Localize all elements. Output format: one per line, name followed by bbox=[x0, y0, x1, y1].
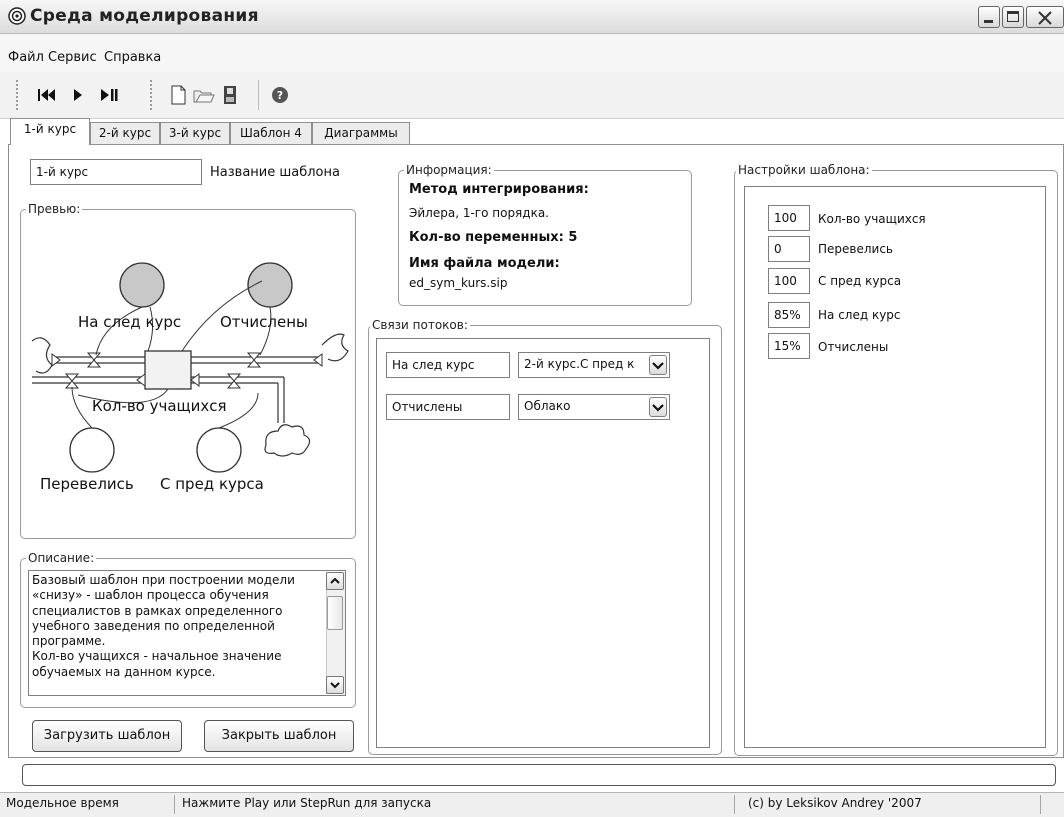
description-text: Базовый шаблон при построении модели «сн… bbox=[32, 573, 324, 680]
vars-count: Кол-во переменных: 5 bbox=[409, 230, 578, 245]
open-folder-icon[interactable] bbox=[192, 84, 216, 106]
toolbar-grip bbox=[16, 80, 21, 110]
info-legend: Информация: bbox=[404, 163, 494, 177]
status-model-time: Модельное время bbox=[6, 796, 119, 810]
setting-label: На след курс bbox=[818, 308, 901, 322]
dropdown-button[interactable] bbox=[649, 355, 667, 375]
flow-label-upper-right: Отчислены bbox=[220, 313, 308, 331]
setting-value-input[interactable]: 100 bbox=[768, 268, 810, 294]
settings-legend: Настройки шаблона: bbox=[736, 163, 872, 177]
aux-circle bbox=[196, 427, 242, 473]
play-icon[interactable] bbox=[66, 84, 90, 106]
tab-course-3[interactable]: 3-й курс bbox=[160, 122, 230, 144]
maximize-icon bbox=[1007, 11, 1019, 22]
status-separator bbox=[174, 795, 175, 814]
setting-value-input[interactable]: 100 bbox=[768, 205, 810, 231]
close-icon bbox=[1038, 11, 1052, 25]
tab-course-1[interactable]: 1-й курс bbox=[10, 118, 90, 145]
scroll-down-button[interactable] bbox=[326, 676, 344, 694]
step-run-icon[interactable] bbox=[96, 84, 120, 106]
flow-target-select[interactable]: 2-й курс.С пред к bbox=[518, 352, 670, 378]
setting-label: С пред курса bbox=[818, 274, 902, 288]
minimize-icon bbox=[984, 20, 993, 23]
description-line: учебного заведения по определенной bbox=[32, 618, 275, 633]
description-line: Базовый шаблон при построении модели bbox=[32, 573, 295, 587]
progress-bar bbox=[22, 764, 1056, 786]
description-legend: Описание: bbox=[26, 551, 97, 565]
close-template-button[interactable]: Закрыть шаблон bbox=[204, 720, 354, 752]
status-separator bbox=[734, 795, 735, 814]
model-file-heading: Имя файла модели: bbox=[409, 256, 560, 271]
load-template-button[interactable]: Загрузить шаблон bbox=[32, 720, 182, 752]
status-hint: Нажмите Play или StepRun для запуска bbox=[182, 796, 432, 810]
maximize-button[interactable] bbox=[1002, 6, 1024, 28]
rewind-icon[interactable] bbox=[36, 84, 60, 106]
setting-value-input[interactable]: 15% bbox=[768, 333, 810, 359]
flows-legend: Связи потоков: bbox=[370, 318, 470, 332]
flow-label-upper-left: На след курс bbox=[78, 313, 181, 331]
stock-box bbox=[144, 350, 192, 390]
toolbar-separator bbox=[258, 80, 259, 110]
status-copyright: (c) by Leksikov Andrey '2007 bbox=[748, 796, 922, 810]
aux-label-lower-right: С пред курса bbox=[160, 475, 264, 493]
flow-name-field[interactable]: На след курс bbox=[386, 352, 510, 378]
chevron-up-icon bbox=[330, 577, 340, 584]
app-icon bbox=[8, 7, 26, 25]
aux-circle bbox=[119, 262, 165, 308]
help-icon[interactable]: ? bbox=[268, 84, 292, 106]
method-value: Эйлера, 1-го порядка. bbox=[409, 206, 549, 220]
new-file-icon[interactable] bbox=[166, 84, 190, 106]
preview-legend: Превью: bbox=[26, 202, 83, 216]
description-line: обучаемых на данном курсе. bbox=[32, 664, 216, 679]
menu-help[interactable]: Справка bbox=[104, 50, 161, 65]
scroll-up-button[interactable] bbox=[326, 572, 344, 590]
model-file-value: ed_sym_kurs.sip bbox=[409, 276, 508, 290]
stock-flow-diagram: На след курс Отчислены Кол-во учащихся П… bbox=[31, 262, 349, 493]
close-window-button[interactable] bbox=[1026, 6, 1064, 28]
template-name-label: Название шаблона bbox=[210, 165, 340, 180]
chevron-down-icon bbox=[330, 682, 340, 689]
setting-label: Перевелись bbox=[818, 242, 893, 256]
setting-label: Отчислены bbox=[818, 340, 889, 354]
tab-diagrams[interactable]: Диаграммы bbox=[312, 122, 410, 144]
chevron-down-icon bbox=[652, 404, 664, 412]
tab-template-4[interactable]: Шаблон 4 bbox=[230, 122, 312, 144]
menu-file[interactable]: Файл bbox=[8, 50, 44, 65]
aux-circle bbox=[69, 427, 115, 473]
description-line: специалистов в рамках определенного bbox=[32, 603, 283, 618]
svg-text:?: ? bbox=[277, 89, 283, 102]
setting-label: Кол-во учащихся bbox=[818, 212, 926, 226]
window-title: Среда моделирования bbox=[30, 6, 259, 26]
description-line: программе. bbox=[32, 634, 106, 649]
stock-label: Кол-во учащихся bbox=[92, 397, 227, 415]
flow-target-value: Облако bbox=[524, 399, 571, 413]
flow-name-field[interactable]: Отчислены bbox=[386, 394, 510, 420]
template-name-input[interactable]: 1-й курс bbox=[30, 159, 202, 185]
tab-course-2[interactable]: 2-й курс bbox=[90, 122, 160, 144]
setting-value-input[interactable]: 85% bbox=[768, 302, 810, 328]
method-heading: Метод интегрирования: bbox=[409, 182, 589, 197]
status-separator bbox=[1040, 795, 1041, 814]
description-line: Кол-во учащихся - начальное значение bbox=[32, 649, 282, 664]
setting-value-input[interactable]: 0 bbox=[768, 236, 810, 262]
aux-label-lower-left: Перевелись bbox=[40, 475, 134, 493]
description-line: «снизу» - шаблон процесса обучения bbox=[32, 588, 269, 603]
scroll-thumb[interactable] bbox=[327, 596, 343, 630]
menu-service[interactable]: Сервис bbox=[48, 50, 97, 65]
save-icon[interactable] bbox=[218, 84, 242, 106]
flow-target-select[interactable]: Облако bbox=[518, 394, 670, 420]
flow-target-value: 2-й курс.С пред к bbox=[524, 357, 635, 371]
chevron-down-icon bbox=[652, 362, 664, 370]
toolbar bbox=[0, 72, 1064, 119]
dropdown-button[interactable] bbox=[649, 397, 667, 417]
toolbar-grip bbox=[150, 80, 155, 110]
minimize-button[interactable] bbox=[978, 6, 1000, 28]
